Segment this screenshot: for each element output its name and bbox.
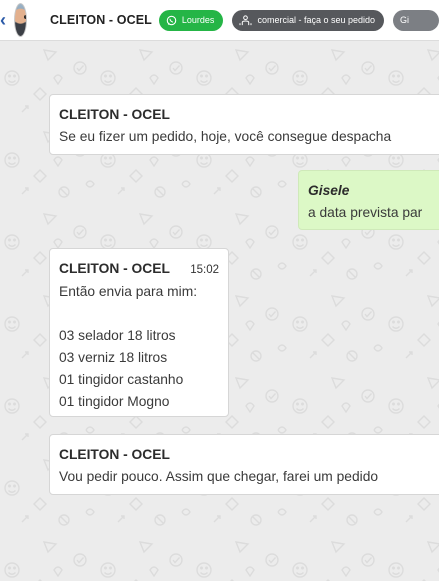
chat-area[interactable]: CLEITON - OCEL Se eu fizer um pedido, ho… bbox=[0, 42, 439, 581]
message-text bbox=[59, 303, 219, 325]
chat-header: ‹ CLEITON - OCEL Lourdes comercial - faç… bbox=[0, 0, 439, 41]
message-bubble-outgoing[interactable]: Gisele a data prevista par bbox=[298, 170, 439, 230]
tag-label: Lourdes bbox=[181, 15, 215, 25]
message-text: Se eu fizer um pedido, hoje, você conseg… bbox=[59, 129, 392, 144]
tag-comercial[interactable]: comercial - faça o seu pedido bbox=[232, 9, 384, 31]
avatar[interactable] bbox=[14, 3, 28, 37]
whatsapp-icon bbox=[166, 15, 177, 26]
tag-lourdes[interactable]: Lourdes bbox=[158, 9, 224, 31]
message-text: Então envia para mim: bbox=[59, 284, 198, 299]
people-icon bbox=[239, 14, 252, 26]
message-text: 01 tingidor Mogno bbox=[59, 394, 170, 409]
message-text: Vou pedir pouco. Assim que chegar, farei… bbox=[59, 469, 379, 484]
back-arrow-icon[interactable]: ‹ bbox=[0, 0, 6, 40]
tag-gi[interactable]: Gi bbox=[393, 9, 439, 31]
message-text: a data prevista par bbox=[308, 205, 423, 220]
message-text: 03 verniz 18 litros bbox=[59, 350, 168, 365]
message-time: 15:02 bbox=[190, 264, 219, 276]
message-text: 01 tingidor castanho bbox=[59, 372, 184, 387]
tag-label: comercial - faça o seu pedido bbox=[257, 15, 375, 25]
message-sender: CLEITON - OCEL bbox=[59, 261, 170, 276]
contact-name[interactable]: CLEITON - OCEL bbox=[50, 13, 152, 27]
message-sender: CLEITON - OCEL bbox=[59, 107, 170, 122]
message-bubble-incoming[interactable]: CLEITON - OCEL Vou pedir pouco. Assim qu… bbox=[49, 434, 439, 495]
message-sender: Gisele bbox=[308, 183, 350, 198]
tag-label: Gi bbox=[400, 15, 409, 25]
message-bubble-incoming[interactable]: CLEITON - OCEL Se eu fizer um pedido, ho… bbox=[49, 94, 439, 155]
message-sender: CLEITON - OCEL bbox=[59, 447, 170, 462]
message-bubble-incoming[interactable]: CLEITON - OCEL 15:02 Então envia para mi… bbox=[49, 248, 229, 417]
message-text: 03 selador 18 litros bbox=[59, 328, 176, 343]
